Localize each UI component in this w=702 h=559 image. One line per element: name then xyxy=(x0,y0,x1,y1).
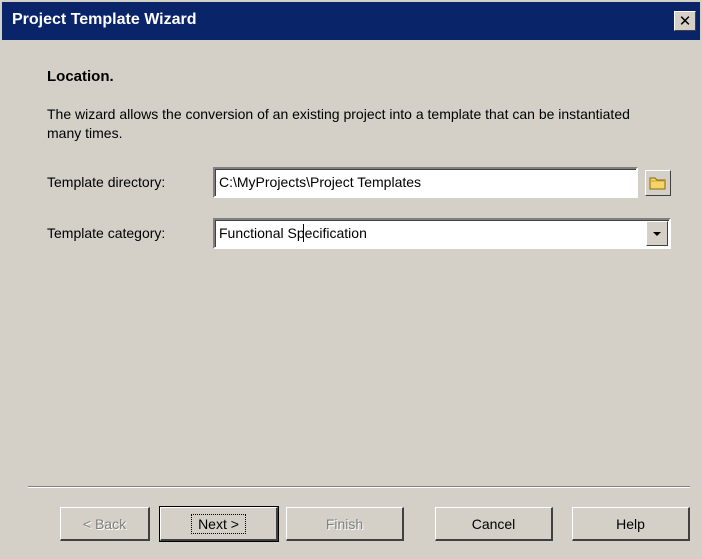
wizard-window: Project Template Wizard ✕ Location. The … xyxy=(0,0,702,559)
finish-button-label: Finish xyxy=(325,515,364,532)
template-directory-label: Template directory: xyxy=(47,174,166,190)
title-bar: Project Template Wizard ✕ xyxy=(2,2,700,40)
folder-icon xyxy=(649,177,666,190)
text-caret xyxy=(303,224,304,242)
back-button-label: < Back xyxy=(82,515,127,532)
page-description: The wizard allows the conversion of an e… xyxy=(47,106,630,141)
close-button[interactable]: ✕ xyxy=(674,11,696,31)
template-category-label: Template category: xyxy=(47,225,166,241)
template-directory-field[interactable]: C:\MyProjects\Project Templates xyxy=(213,167,638,198)
next-button[interactable]: Next > xyxy=(159,506,279,542)
browse-folder-button[interactable] xyxy=(645,170,671,196)
back-button[interactable]: < Back xyxy=(60,507,150,541)
next-button-label: Next > xyxy=(191,513,246,534)
template-category-select[interactable]: Functional Specification xyxy=(213,218,671,249)
window-title: Project Template Wizard xyxy=(12,11,197,28)
page-heading: Location. xyxy=(47,68,114,85)
dropdown-button[interactable] xyxy=(646,221,668,246)
close-icon: ✕ xyxy=(678,11,692,30)
button-separator xyxy=(28,486,690,488)
chevron-down-icon xyxy=(653,231,661,236)
cancel-button-label: Cancel xyxy=(471,515,516,532)
help-button[interactable]: Help xyxy=(572,507,690,541)
help-button-label: Help xyxy=(616,515,645,532)
finish-button[interactable]: Finish xyxy=(286,507,404,541)
cancel-button[interactable]: Cancel xyxy=(435,507,553,541)
template-category-value: Functional Specification xyxy=(219,225,367,241)
